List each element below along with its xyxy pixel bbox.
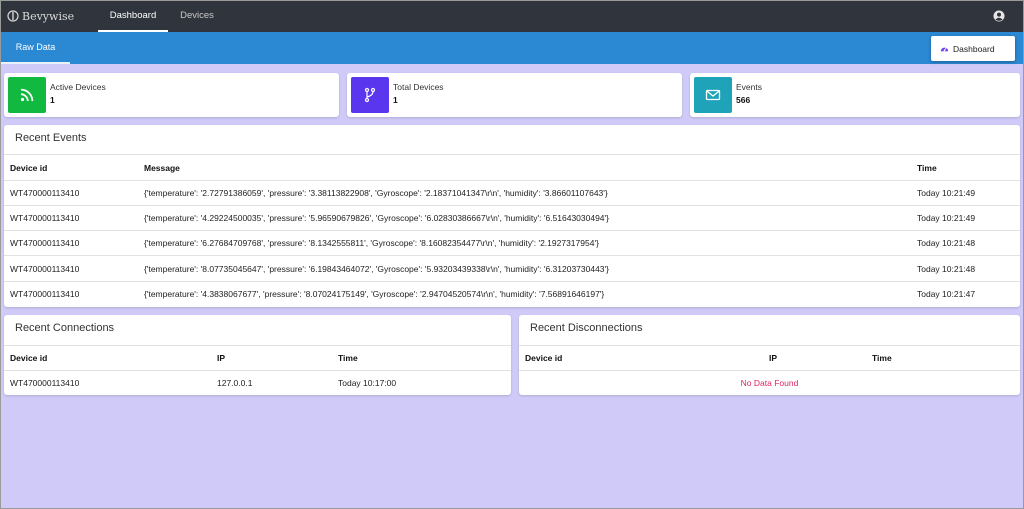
divider (4, 345, 511, 346)
brand-logo[interactable]: Bevywise (7, 9, 74, 23)
dashboard-button[interactable]: Dashboard (931, 36, 1015, 61)
user-circle-icon[interactable] (993, 10, 1005, 22)
column-header-ip: IP (769, 353, 778, 363)
divider (4, 205, 1020, 206)
cell-time: Today 10:21:49 (917, 188, 976, 198)
cell-device-id: WT470000113410 (10, 213, 80, 223)
cell-device-id: WT470000113410 (10, 264, 80, 274)
dashboard-icon (940, 47, 949, 52)
stat-value: 1 (50, 95, 55, 105)
recent-disconnections-panel: Recent Disconnections Device id IP Time … (519, 315, 1020, 395)
stat-label: Events (736, 82, 762, 92)
column-header-message: Message (144, 163, 180, 173)
column-header-time: Time (917, 163, 937, 173)
cell-device-id: WT470000113410 (10, 289, 80, 299)
sub-nav-bar: Raw Data (1, 32, 1023, 64)
rss-icon (20, 88, 34, 102)
column-header-time: Time (872, 353, 892, 363)
envelope-icon (705, 89, 721, 101)
total-devices-icon-box (351, 77, 389, 113)
active-devices-icon-box (8, 77, 46, 113)
branch-icon (364, 87, 376, 103)
stat-value: 1 (393, 95, 398, 105)
column-header-device-id: Device id (525, 353, 563, 363)
column-header-ip: IP (217, 353, 226, 363)
cell-device-id: WT470000113410 (10, 238, 80, 248)
cell-message: {'temperature': '2.72791386059', 'pressu… (144, 188, 608, 198)
divider (4, 255, 1020, 256)
divider (4, 154, 1020, 155)
stat-label: Total Devices (393, 82, 444, 92)
cell-message: {'temperature': '6.27684709768', 'pressu… (144, 238, 599, 248)
tab-raw-data[interactable]: Raw Data (1, 32, 70, 64)
cell-device-id: WT470000113410 (10, 188, 80, 198)
divider (4, 180, 1020, 181)
divider (4, 281, 1020, 282)
logo-icon (7, 10, 19, 22)
empty-state-message: No Data Found (740, 378, 799, 388)
nav-devices[interactable]: Devices (171, 1, 223, 32)
column-header-device-id: Device id (10, 163, 48, 173)
stat-label: Active Devices (50, 82, 106, 92)
stat-card-total-devices: Total Devices 1 (347, 73, 682, 117)
panel-title: Recent Events (15, 132, 87, 144)
events-icon-box (694, 77, 732, 113)
recent-connections-panel: Recent Connections Device id IP Time WT4… (4, 315, 511, 395)
divider (519, 345, 1020, 346)
cell-device-id: WT470000113410 (10, 378, 80, 388)
panel-title: Recent Connections (15, 322, 115, 334)
divider (519, 370, 1020, 371)
cell-message: {'temperature': '4.3838067677', 'pressur… (144, 289, 605, 299)
cell-message: {'temperature': '4.29224500035', 'pressu… (144, 213, 609, 223)
recent-events-panel: Recent Events Device id Message Time WT4… (4, 125, 1020, 307)
divider (4, 370, 511, 371)
cell-time: Today 10:21:47 (917, 289, 976, 299)
cell-message: {'temperature': '8.07735045647', 'pressu… (144, 264, 609, 274)
stat-card-active-devices: Active Devices 1 (4, 73, 339, 117)
dashboard-button-label: Dashboard (953, 43, 995, 54)
stat-card-events: Events 566 (690, 73, 1020, 117)
nav-dashboard[interactable]: Dashboard (98, 1, 168, 32)
column-header-device-id: Device id (10, 353, 48, 363)
cell-ip: 127.0.0.1 (217, 378, 253, 388)
cell-time: Today 10:21:48 (917, 238, 976, 248)
top-nav: Bevywise Dashboard Devices (1, 1, 1023, 32)
stat-value: 566 (736, 95, 751, 105)
cell-time: Today 10:17:00 (338, 378, 397, 388)
column-header-time: Time (338, 353, 358, 363)
brand-name: Bevywise (22, 9, 75, 23)
divider (4, 230, 1020, 231)
panel-title: Recent Disconnections (530, 322, 643, 334)
cell-time: Today 10:21:49 (917, 213, 976, 223)
cell-time: Today 10:21:48 (917, 264, 976, 274)
